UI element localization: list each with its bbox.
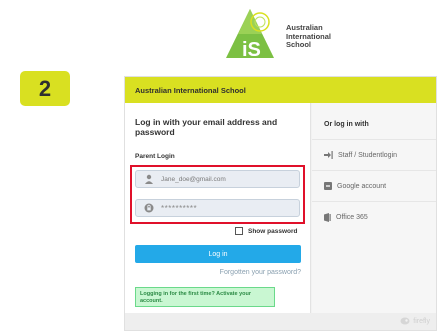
show-password-toggle[interactable]: Show password <box>235 227 297 235</box>
divider <box>312 201 436 202</box>
school-name-line-3: School <box>286 40 312 49</box>
firefly-brand-text: firefly <box>413 317 430 325</box>
login-button[interactable]: Log in <box>135 245 301 263</box>
office-365-label: Office 365 <box>336 214 368 221</box>
school-logo-mark-icon: iS <box>226 9 274 61</box>
activate-account-notice[interactable]: Logging in for the first time? Activate … <box>135 287 275 307</box>
office-365-option[interactable]: Office 365 <box>324 213 368 222</box>
google-account-option[interactable]: Google account <box>324 182 386 190</box>
window-header-title: Australian International School <box>125 77 436 103</box>
window-footer: firefly <box>125 313 436 330</box>
password-value: ********** <box>161 203 198 213</box>
user-icon <box>144 174 154 184</box>
login-window: Australian International School Log in w… <box>124 76 437 331</box>
divider <box>312 139 436 140</box>
show-password-checkbox[interactable] <box>235 227 243 235</box>
email-placeholder: Jane_doe@gmail.com <box>161 175 226 183</box>
firefly-brand: firefly <box>400 317 430 325</box>
google-icon <box>324 182 332 190</box>
svg-text:iS: iS <box>242 39 261 61</box>
sign-in-icon <box>324 151 333 159</box>
login-heading: Log in with your email address and passw… <box>135 117 278 137</box>
step-badge: 2 <box>20 71 70 106</box>
forgot-password-link[interactable]: Forgotten your password? <box>135 269 301 276</box>
parent-login-label: Parent Login <box>135 153 175 160</box>
email-login-panel: Log in with your email address and passw… <box>125 103 311 313</box>
school-logo: iS Australian International School <box>224 6 364 62</box>
staff-student-login-label: Staff / Studentlogin <box>338 151 398 159</box>
alt-login-heading: Or log in with <box>324 121 369 128</box>
staff-student-login-option[interactable]: Staff / Studentlogin <box>324 151 397 159</box>
divider <box>312 170 436 171</box>
office-icon <box>324 213 331 222</box>
lock-icon <box>144 203 154 213</box>
google-account-label: Google account <box>337 182 387 190</box>
password-field[interactable]: ********** <box>135 199 300 217</box>
show-password-label: Show password <box>248 227 298 235</box>
school-name: Australian International School <box>286 23 331 50</box>
email-field[interactable]: Jane_doe@gmail.com <box>135 170 300 188</box>
firefly-logo-icon <box>400 317 410 325</box>
alternative-login-panel: Or log in with Staff / Studentlogin Goog… <box>312 103 436 313</box>
screenshot-stage: iS Australian International School 2 Aus… <box>0 0 446 331</box>
